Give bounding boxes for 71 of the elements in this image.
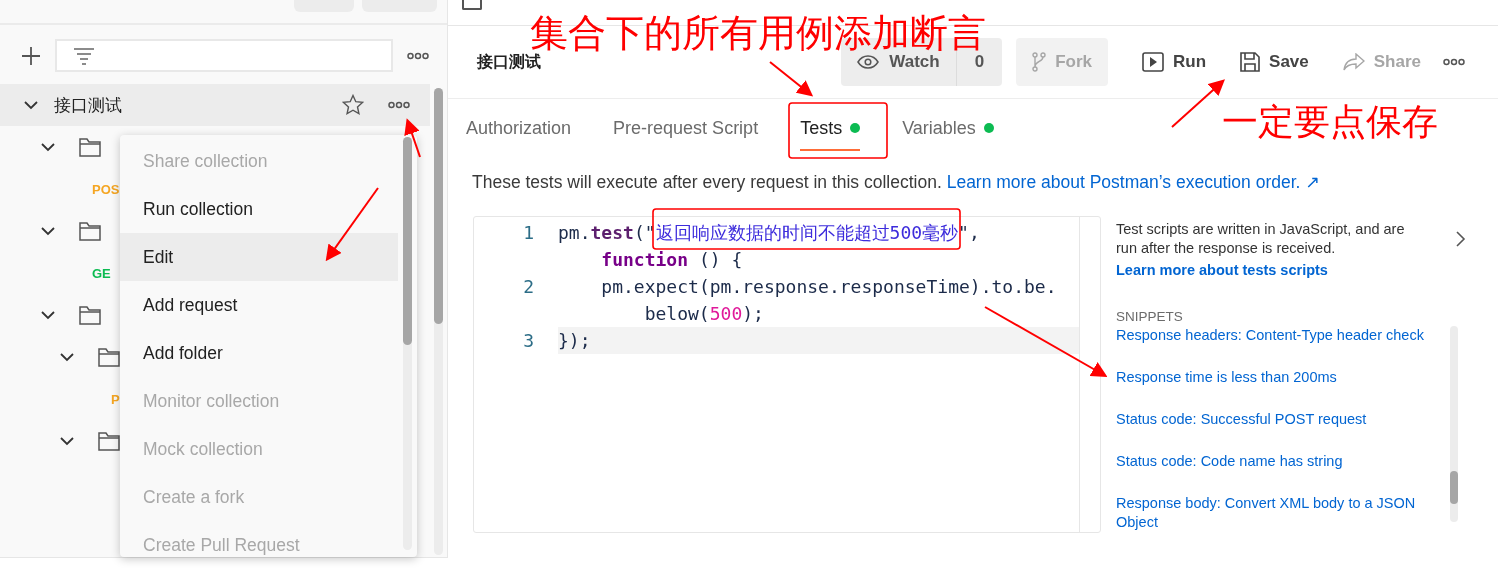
watch-label: Watch [889,52,940,72]
collection-title: 接口测试 [477,51,542,72]
code-keyword: function [601,249,689,270]
filter-field[interactable] [55,39,393,72]
line-number: 1 [522,221,535,245]
tab[interactable]: Authorization [456,99,582,157]
menu-item[interactable]: Add request [120,281,398,329]
chevron-right-icon[interactable] [1456,231,1466,247]
snippet-link[interactable]: Response body: Convert XML body to a JSON Object [1116,494,1450,532]
play-icon [1142,52,1164,72]
code-keyword: test [590,222,634,243]
eye-icon [857,55,880,69]
line-number: 2 [522,275,535,299]
collection-name: 接口测试 [54,94,123,117]
code-text: () { [697,249,743,270]
more-icon[interactable] [407,51,429,60]
more-icon[interactable] [388,101,410,109]
annotation-arrow [769,61,814,97]
scrollbar[interactable] [1450,326,1458,522]
string-literal: 返回响应数据的时间不能超过500毫秒 [655,222,959,243]
save-button[interactable]: Save [1230,38,1319,86]
plus-icon[interactable] [21,45,41,66]
tab[interactable]: Pre-request Script [603,99,769,157]
checkbox-icon [462,0,482,10]
menu-item[interactable]: Add folder [120,329,398,377]
code-text: ); [742,303,764,324]
snippet-link[interactable]: Response time is less than 200ms [1116,368,1450,387]
snippets-heading: SNIPPETS [1116,309,1184,324]
code-text: pm.expect(pm.response.responseTime).to.be. [600,276,1057,297]
chevron-icon[interactable] [60,436,74,446]
folder-icon [98,347,120,367]
description-text: These tests will execute after every request in this collection. Learn more about Postman’s execution order. ↗ [472,172,1321,193]
snippet-link[interactable]: Status code: Successful POST request [1116,410,1450,429]
menu-item[interactable]: Edit [120,233,398,281]
chevron-icon[interactable] [24,100,38,110]
code-text: ", [958,222,980,243]
filter-icon [73,46,95,65]
annotation-arrow [404,118,421,158]
snippet-link[interactable]: Status code: Code name has string [1116,452,1450,471]
save-icon [1240,52,1261,72]
folder-icon [98,431,120,451]
tests-docs-link[interactable]: Learn more about tests scripts [1116,262,1466,278]
run-button[interactable]: Run [1132,38,1217,86]
chevron-icon[interactable] [60,352,74,362]
annotation-arrow [1171,79,1225,128]
fork-icon [1032,52,1047,72]
folder-icon [79,221,101,241]
docs-link[interactable]: Learn more about Postman’s execution order. ↗ [946,172,1320,192]
folder-icon [79,305,101,325]
star-icon[interactable] [342,94,364,116]
help-text: Test scripts are written in JavaScript, and are run after the response is received. [1116,220,1406,258]
share-icon [1342,53,1365,71]
scrollbar[interactable] [403,137,412,550]
collection-row[interactable]: 接口测试 [0,84,430,126]
more-icon[interactable] [1443,58,1465,66]
code-text: pm. [558,222,591,243]
line-number: 3 [522,329,535,353]
code-text: }); [558,330,591,351]
chevron-icon[interactable] [41,142,55,152]
tab[interactable]: Variables [892,99,1004,157]
watch-count: 0 [973,52,986,72]
folder-icon [79,137,101,157]
menu-item[interactable]: Run collection [120,185,398,233]
chevron-icon[interactable] [41,226,55,236]
code-text: below( [644,303,710,324]
tab[interactable]: Tests [790,99,871,157]
chevron-icon[interactable] [41,310,55,320]
snippet-link[interactable]: Response headers: Content-Type header check [1116,326,1450,345]
number-literal: 500 [709,303,743,324]
scrollbar[interactable] [434,88,443,555]
annotation-text: 一定要点保存 [1222,104,1438,140]
